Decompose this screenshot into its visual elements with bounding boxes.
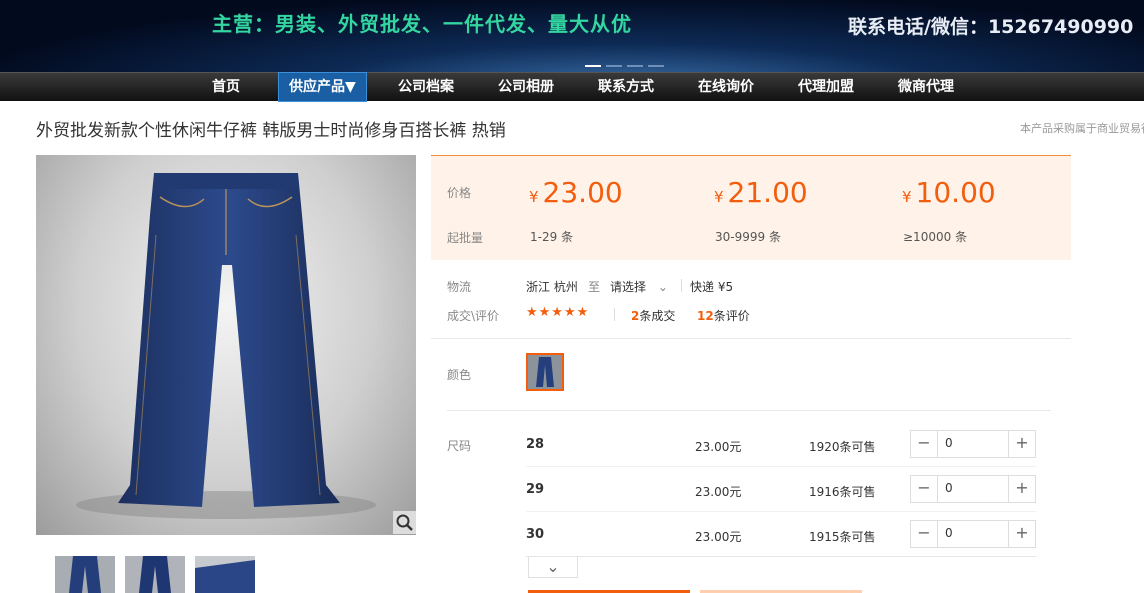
price-panel: 价格 起批量 ¥23.00 ¥21.00 ¥10.00 1-29 条 30-99… (431, 155, 1071, 260)
nav-item-agent[interactable]: 代理加盟 (798, 73, 854, 101)
banner-carousel-dots[interactable] (585, 52, 669, 71)
destination-select[interactable]: 请选择 ⌄ (610, 278, 668, 295)
nav-item-album[interactable]: 公司相册 (498, 73, 554, 101)
quantity-stepper: − + (910, 520, 1036, 548)
zoom-button[interactable] (393, 511, 416, 534)
size-price: 23.00元 (695, 530, 742, 544)
banner-slogan: 主营：男装、外贸批发、一件代发、量大从优 (212, 12, 632, 36)
quantity-input[interactable] (939, 524, 1017, 542)
rating-stars: ★★★★★ (526, 305, 590, 320)
price-label: 价格 (447, 186, 472, 200)
size-price: 23.00元 (695, 440, 742, 454)
expand-sizes-button[interactable]: ⌄ (528, 557, 578, 578)
size-label: 尺码 (447, 439, 472, 453)
size-stock: 1915条可售 (809, 530, 876, 544)
size-price: 23.00元 (695, 485, 742, 499)
quantity-stepper: − + (910, 475, 1036, 503)
qty-tier-1: 1-29 条 (530, 230, 574, 244)
increment-button[interactable]: + (1008, 476, 1035, 502)
chevron-down-icon: ⌄ (657, 280, 668, 294)
header-banner: 主营：男装、外贸批发、一件代发、量大从优 联系电话/微信：15267490990 (0, 0, 1144, 72)
moq-label: 起批量 (447, 231, 484, 245)
divider (447, 410, 1051, 411)
increment-button[interactable]: + (1008, 431, 1035, 457)
thumbnail-2[interactable] (125, 556, 185, 593)
product-title: 外贸批发新款个性休闲牛仔裤 韩版男士时尚修身百搭长裤 热销 (36, 121, 506, 141)
main-nav: 首页 供应产品▼ 公司档案 公司相册 联系方式 在线询价 代理加盟 微商代理 (0, 72, 1144, 102)
size-stock: 1916条可售 (809, 485, 876, 499)
thumbnail-1[interactable] (55, 556, 115, 593)
nav-item-products[interactable]: 供应产品▼ (278, 72, 367, 102)
nav-item-home[interactable]: 首页 (212, 73, 240, 101)
nav-item-wechat-agent[interactable]: 微商代理 (898, 73, 954, 101)
quantity-input[interactable] (939, 479, 1017, 497)
size-value: 28 (526, 437, 545, 452)
nav-item-inquiry[interactable]: 在线询价 (698, 73, 754, 101)
chevron-down-icon: ⌄ (546, 557, 560, 576)
divider (526, 556, 1036, 557)
decrement-button[interactable]: − (911, 476, 938, 502)
divider (614, 308, 615, 321)
size-value: 30 (526, 527, 545, 542)
size-stock: 1920条可售 (809, 440, 876, 454)
size-value: 29 (526, 482, 545, 497)
qty-tier-3: ≥10000 条 (903, 230, 968, 244)
color-swatch-selected[interactable] (526, 353, 564, 391)
quantity-stepper: − + (910, 430, 1036, 458)
banner-phone: 联系电话/微信：15267490990 (848, 16, 1134, 38)
swatch-jeans-image (528, 355, 562, 389)
price-tier-1: ¥23.00 (529, 176, 623, 209)
product-main-image[interactable] (36, 155, 416, 535)
logistics-from: 浙江 杭州 (526, 280, 578, 294)
thumbnail-jeans-image (55, 556, 115, 593)
magnifier-icon (396, 514, 413, 531)
deal-count-link[interactable]: 2条成交 (631, 307, 675, 324)
divider (526, 466, 1036, 467)
destination-select-label: 请选择 (610, 280, 647, 294)
decrement-button[interactable]: − (911, 521, 938, 547)
logistics-to-word: 至 (588, 280, 601, 294)
logistics-label: 物流 (447, 280, 472, 294)
quantity-input[interactable] (939, 434, 1017, 452)
thumbnail-jeans-image (125, 556, 185, 593)
nav-item-contact[interactable]: 联系方式 (598, 73, 654, 101)
shipping-fee: 快递 ¥5 (690, 280, 734, 294)
thumbnail-3[interactable] (195, 556, 255, 593)
divider (681, 279, 682, 292)
price-tier-3: ¥10.00 (902, 176, 996, 209)
thumbnail-jeans-image (195, 556, 255, 593)
price-tier-2: ¥21.00 (714, 176, 808, 209)
divider (431, 338, 1071, 339)
color-label: 颜色 (447, 368, 472, 382)
decrement-button[interactable]: − (911, 431, 938, 457)
trade-note: 本产品采购属于商业贸易行为 (1020, 122, 1144, 135)
divider (526, 511, 1036, 512)
jeans-illustration (76, 173, 376, 519)
nav-item-profile[interactable]: 公司档案 (398, 73, 454, 101)
review-count-link[interactable]: 12条评价 (697, 307, 750, 324)
increment-button[interactable]: + (1008, 521, 1035, 547)
deals-label: 成交\评价 (447, 309, 500, 323)
qty-tier-2: 30-9999 条 (715, 230, 781, 244)
